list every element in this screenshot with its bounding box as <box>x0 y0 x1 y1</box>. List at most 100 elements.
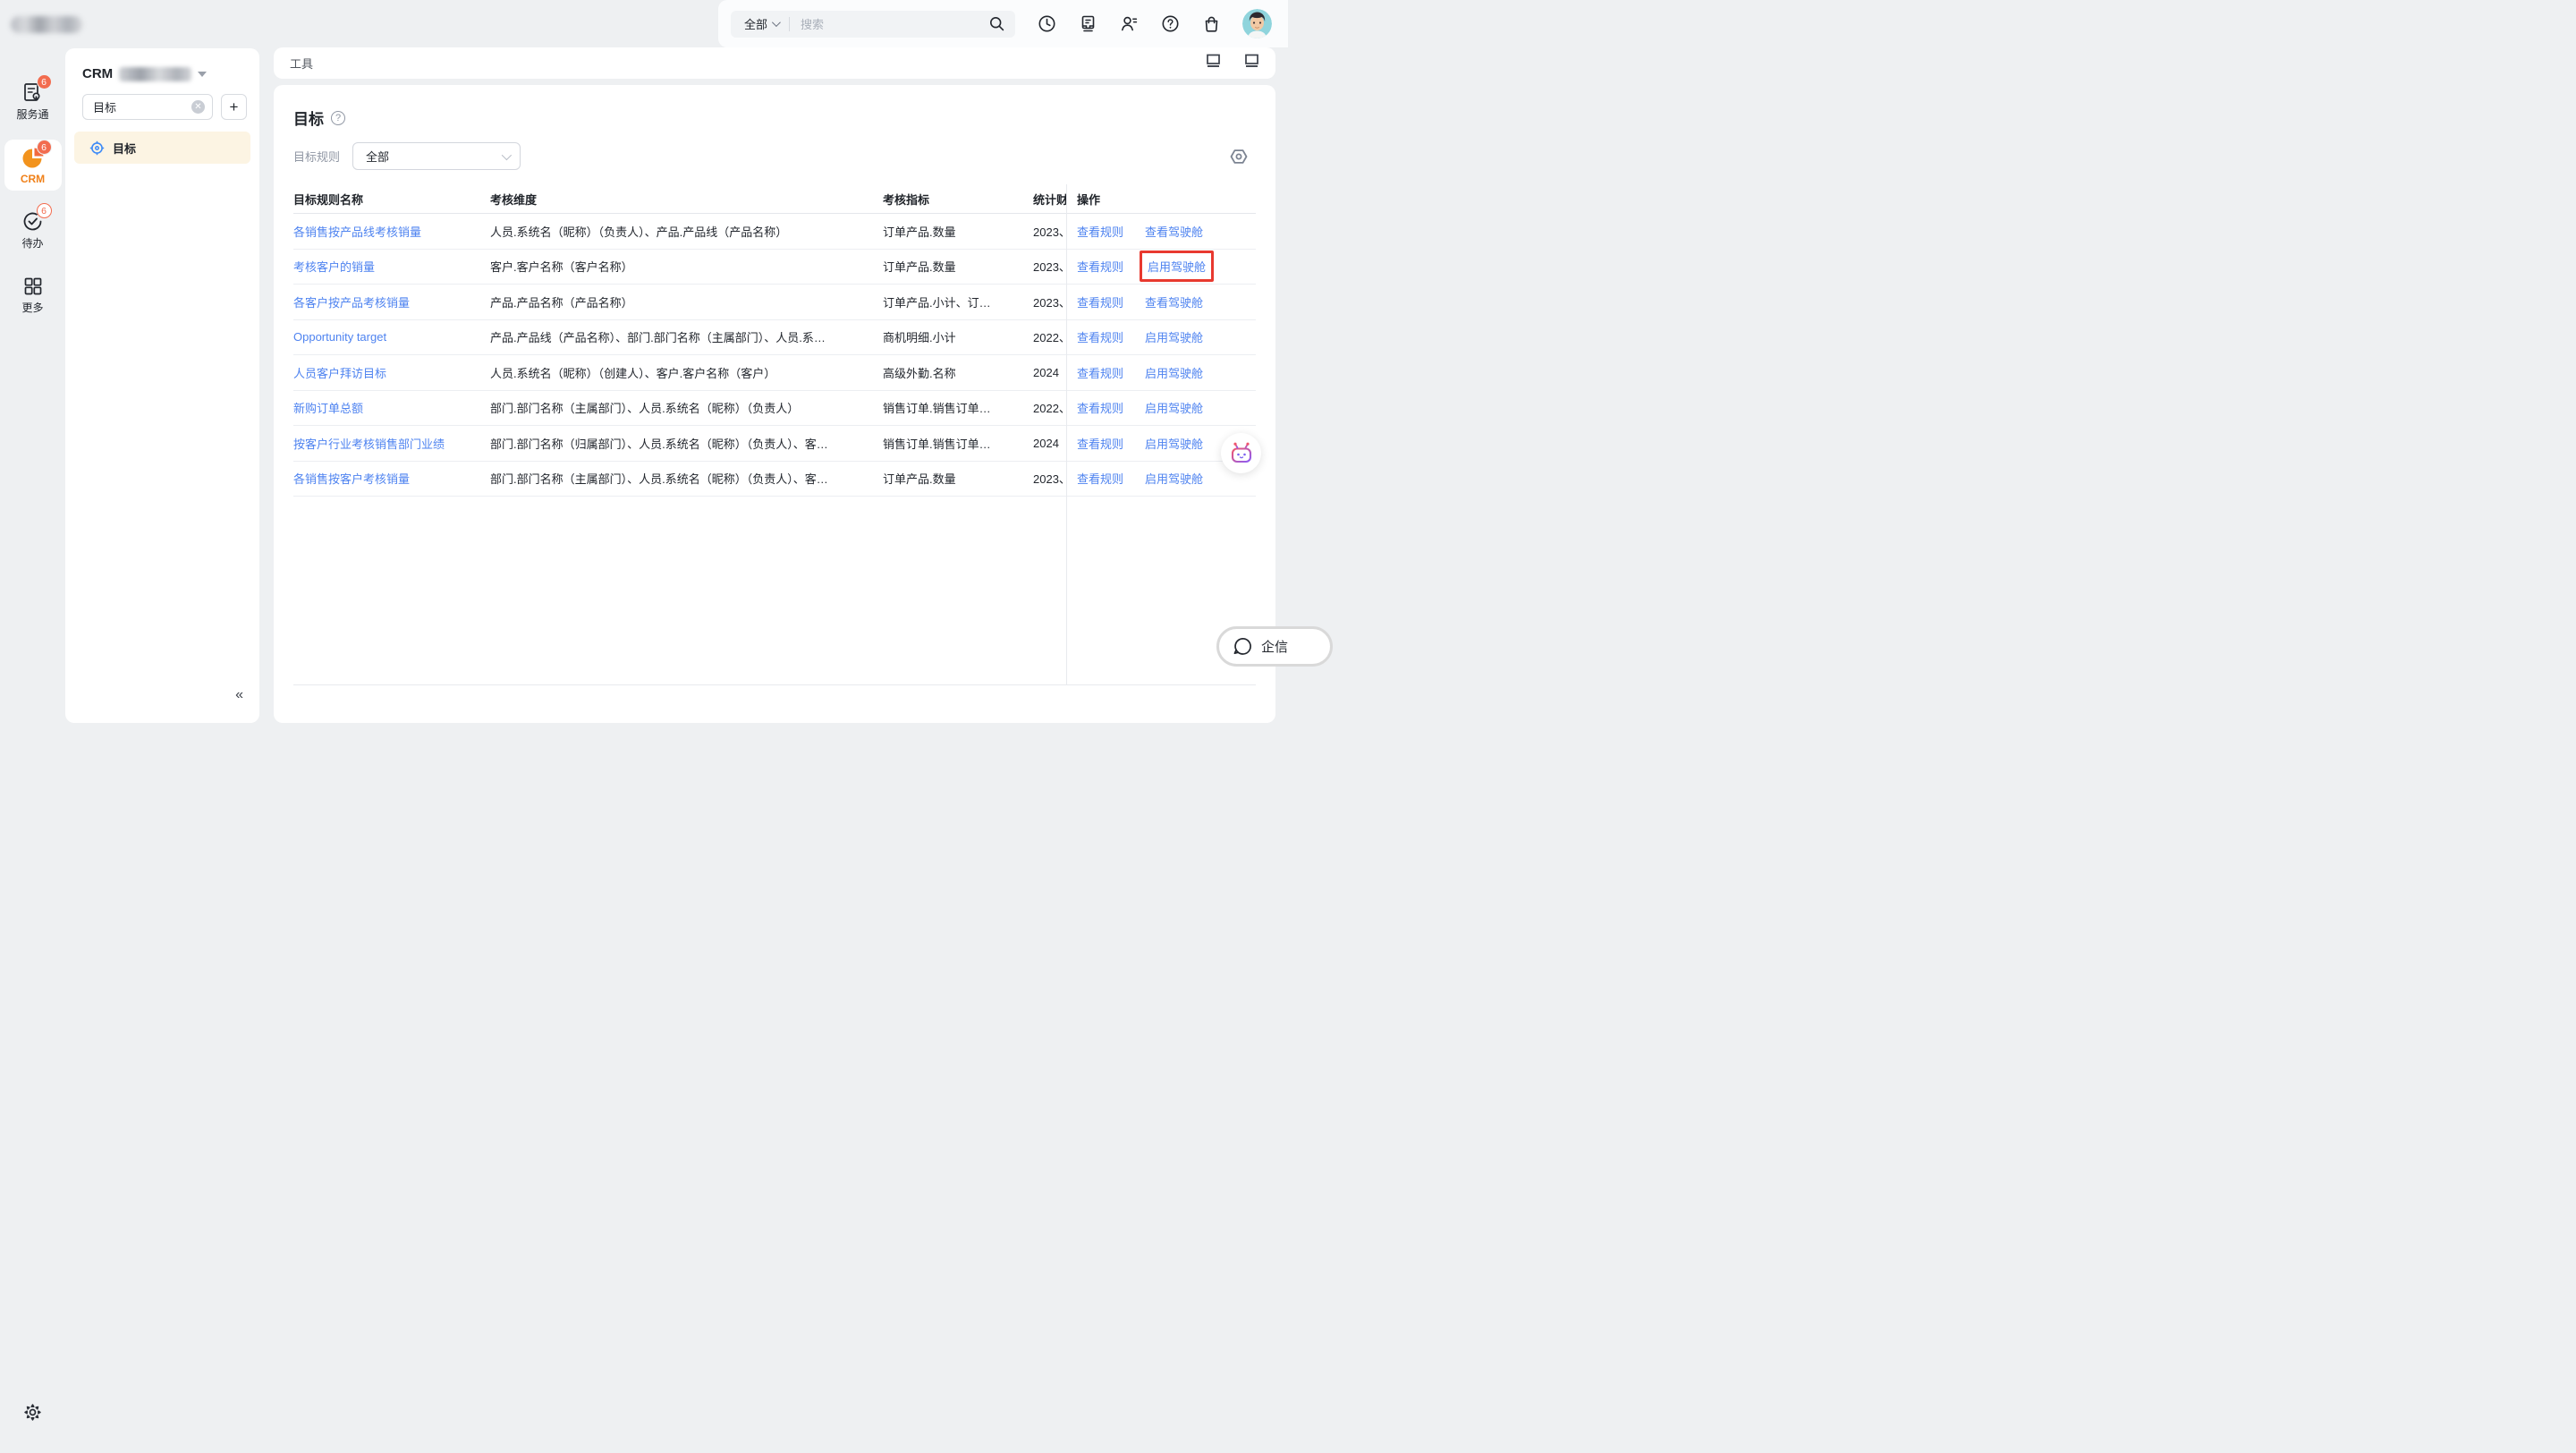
nav-item-fuwutong[interactable]: 服务通 6 <box>4 74 62 127</box>
rule-name-link[interactable]: 人员客户拜访目标 <box>293 364 490 381</box>
tab-tools[interactable]: 工具 <box>290 55 313 72</box>
actions-cell: 查看规则 查看驾驶舱 <box>1066 223 1256 240</box>
view-rule-link[interactable]: 查看规则 <box>1077 435 1123 452</box>
view-rule-link[interactable]: 查看规则 <box>1077 364 1123 381</box>
help-icon[interactable]: ? <box>331 111 345 125</box>
view-rule-link[interactable]: 查看规则 <box>1077 223 1123 240</box>
rule-name-link[interactable]: 新购订单总额 <box>293 399 490 416</box>
page-title: 目标 <box>293 106 324 129</box>
dashboard-link[interactable]: 启用驾驶舱 <box>1145 435 1203 452</box>
open-window-icon[interactable] <box>1206 54 1221 72</box>
settings-gear-icon[interactable] <box>23 1403 42 1426</box>
contacts-icon[interactable] <box>1119 14 1139 34</box>
search-scope-dropdown[interactable]: 全部 <box>744 15 778 32</box>
rule-name-link[interactable]: 按客户行业考核销售部门业绩 <box>293 435 490 452</box>
enable-dashboard-link-highlighted[interactable]: 启用驾驶舱 <box>1140 251 1214 282</box>
collapse-panel-icon[interactable]: « <box>235 687 243 703</box>
actions-cell: 查看规则 查看驾驶舱 <box>1066 293 1256 310</box>
view-rule-link[interactable]: 查看规则 <box>1077 399 1123 416</box>
dashboard-link[interactable]: 启用驾驶舱 <box>1145 328 1203 345</box>
dimension-cell: 产品.产品名称（产品名称） <box>490 293 883 310</box>
rule-name-link[interactable]: 考核客户的销量 <box>293 258 490 275</box>
rule-filter-select[interactable]: 全部 <box>352 142 521 170</box>
panel-item-label: 目标 <box>113 140 136 157</box>
panel-dropdown-caret-icon[interactable] <box>198 72 207 77</box>
view-rule-link[interactable]: 查看规则 <box>1077 293 1123 310</box>
stat-year-cell: 2022、 <box>1033 328 1066 345</box>
robot-icon <box>1228 440 1255 467</box>
nav-item-label: CRM <box>21 173 45 185</box>
global-search[interactable]: 全部 搜索 <box>731 11 1015 38</box>
dimension-cell: 客户.客户名称（客户名称） <box>490 258 883 275</box>
nav-item-todo[interactable]: 待办 6 <box>4 203 62 256</box>
dimension-cell: 部门.部门名称（归属部门）、人员.系统名（昵称）（负责人）、客… <box>490 435 883 452</box>
rule-name-link[interactable]: 各销售按客户考核销量 <box>293 470 490 487</box>
nav-rail: 服务通 6 CRM 6 待办 6 更多 <box>0 47 65 1453</box>
panel-item-target[interactable]: 目标 <box>74 132 250 164</box>
col-indicator: 考核指标 <box>883 191 1033 208</box>
dashboard-link[interactable]: 查看驾驶舱 <box>1145 223 1203 240</box>
table-settings-icon[interactable] <box>1229 147 1249 171</box>
stat-year-cell: 2022、 <box>1033 399 1066 416</box>
panel-title: CRM <box>82 66 113 81</box>
dashboard-link[interactable]: 启用驾驶舱 <box>1145 364 1203 381</box>
search-input[interactable]: 搜索 <box>801 15 982 32</box>
table-row: Opportunity target产品.产品线（产品名称）、部门.部门名称（主… <box>293 320 1256 356</box>
stat-year-cell: 2023、 <box>1033 223 1066 240</box>
indicator-cell: 订单产品.数量 <box>883 258 1033 275</box>
dimension-cell: 人员.系统名（昵称）（创建人）、客户.客户名称（客户） <box>490 364 883 381</box>
nav-item-label: 待办 <box>21 235 43 251</box>
panel-search-input[interactable]: 目标 ✕ <box>82 94 213 120</box>
rule-filter-value: 全部 <box>366 148 502 165</box>
actions-cell: 查看规则 启用驾驶舱 <box>1066 364 1256 381</box>
topbar-right-group: 全部 搜索 <box>718 0 1288 47</box>
device-message-icon[interactable] <box>1078 14 1097 34</box>
chevron-down-icon <box>502 149 512 159</box>
avatar[interactable] <box>1242 9 1272 38</box>
table-row: 各销售按产品线考核销量人员.系统名（昵称）（负责人）、产品.产品线（产品名称）订… <box>293 214 1256 250</box>
dashboard-link[interactable]: 查看驾驶舱 <box>1145 293 1203 310</box>
dashboard-link[interactable]: 启用驾驶舱 <box>1145 470 1203 487</box>
topbar: 全部 搜索 <box>0 0 1288 47</box>
nav-item-crm[interactable]: CRM 6 <box>4 140 62 191</box>
grid-more-icon <box>22 276 44 297</box>
dimension-cell: 产品.产品线（产品名称）、部门.部门名称（主属部门）、人员.系… <box>490 328 883 345</box>
rule-name-link[interactable]: Opportunity target <box>293 330 490 344</box>
table-row: 按客户行业考核销售部门业绩部门.部门名称（归属部门）、人员.系统名（昵称）（负责… <box>293 426 1256 462</box>
add-button[interactable]: + <box>221 94 247 120</box>
help-icon[interactable] <box>1160 14 1180 34</box>
chevron-down-icon <box>772 18 781 27</box>
stat-year-cell: 2023、 <box>1033 293 1066 310</box>
nav-item-label: 更多 <box>21 300 43 315</box>
bag-icon[interactable] <box>1201 14 1221 34</box>
col-dimension: 考核维度 <box>490 191 883 208</box>
history-icon[interactable] <box>1037 14 1056 34</box>
stat-year-cell: 2023、 <box>1033 470 1066 487</box>
nav-item-more[interactable]: 更多 <box>4 268 62 320</box>
chat-button-label: 企信 <box>1261 637 1288 656</box>
search-icon[interactable] <box>989 16 1004 31</box>
qixin-chat-button[interactable]: 企信 <box>1216 626 1333 667</box>
target-rules-table: 目标规则名称 考核维度 考核指标 统计财 操作 各销售按产品线考核销量人员.系统… <box>293 184 1256 685</box>
clear-search-icon[interactable]: ✕ <box>191 100 205 114</box>
actions-cell: 查看规则启用驾驶舱 <box>1066 258 1256 275</box>
filter-label: 目标规则 <box>293 148 340 165</box>
table-header: 目标规则名称 考核维度 考核指标 统计财 操作 <box>293 184 1256 214</box>
fixed-column-divider <box>1066 184 1067 684</box>
view-rule-link[interactable]: 查看规则 <box>1077 328 1123 345</box>
app-logo <box>11 16 82 33</box>
dashboard-link[interactable]: 启用驾驶舱 <box>1145 399 1203 416</box>
actions-cell: 查看规则 启用驾驶舱 <box>1066 470 1256 487</box>
table-body: 各销售按产品线考核销量人员.系统名（昵称）（负责人）、产品.产品线（产品名称）订… <box>293 214 1256 497</box>
view-rule-link[interactable]: 查看规则 <box>1077 470 1123 487</box>
tools-bar: 工具 <box>274 47 1275 79</box>
assistant-robot-button[interactable] <box>1221 433 1261 473</box>
rule-name-link[interactable]: 各销售按产品线考核销量 <box>293 223 490 240</box>
open-window-icon-2[interactable] <box>1244 54 1259 72</box>
view-rule-link[interactable]: 查看规则 <box>1077 258 1123 275</box>
target-icon <box>89 140 105 156</box>
chat-bubble-icon <box>1233 636 1253 657</box>
rule-name-link[interactable]: 各客户按产品考核销量 <box>293 293 490 310</box>
col-actions: 操作 <box>1066 191 1256 208</box>
indicator-cell: 商机明细.小计 <box>883 328 1033 345</box>
